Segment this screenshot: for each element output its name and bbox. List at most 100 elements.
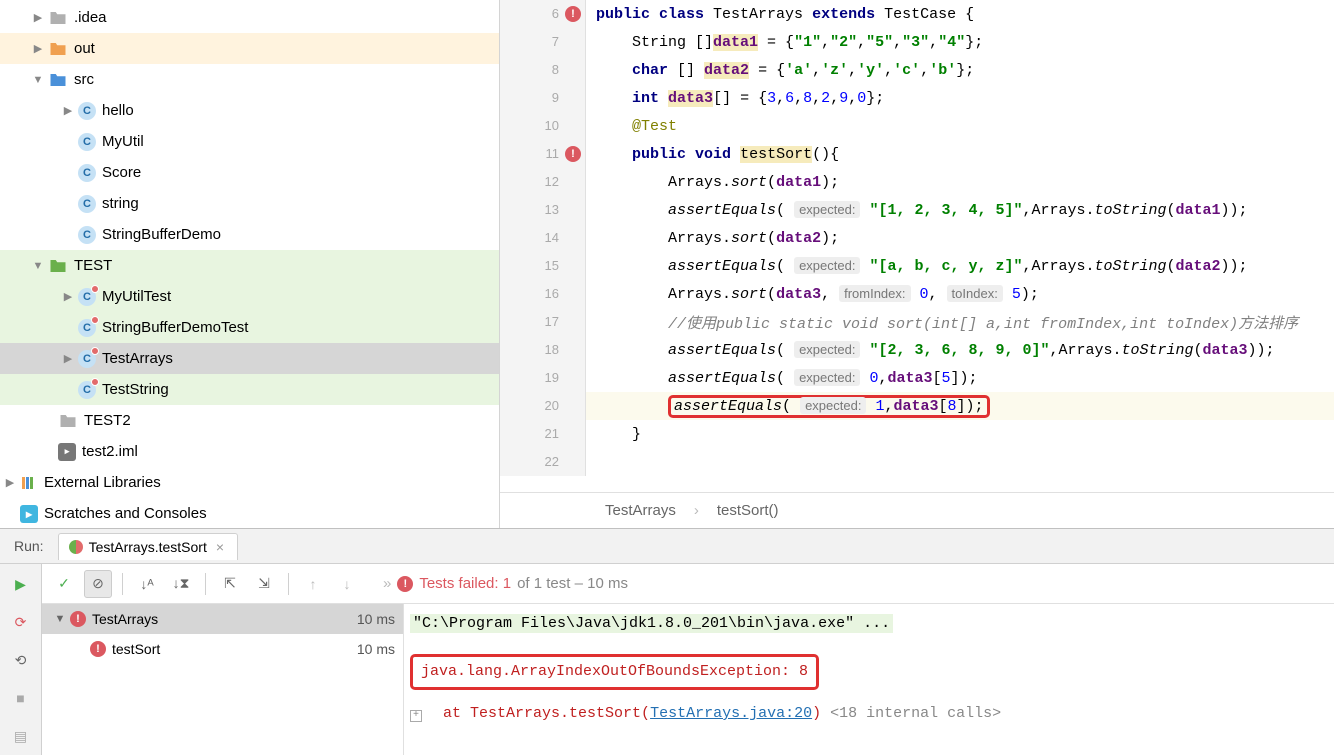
tree-node-scratches[interactable]: ▸ Scratches and Consoles [0,498,499,528]
source-link[interactable]: TestArrays.java:20 [650,705,812,722]
tree-label: out [74,40,95,57]
breadcrumb-method[interactable]: testSort() [717,502,779,519]
libraries-icon [20,473,38,493]
chevron-down-icon: ▼ [28,260,48,272]
chevron-right-icon: ▶ [58,290,78,303]
class-icon: C [78,195,96,213]
run-tab[interactable]: TestArrays.testSort × [58,533,238,560]
tree-label: StringBufferDemoTest [102,319,248,336]
run-tab-label: TestArrays.testSort [89,539,207,555]
class-icon: C [78,133,96,151]
prev-button[interactable]: ↑ [299,570,327,598]
exception-message: java.lang.ArrayIndexOutOfBoundsException… [421,663,808,680]
sort-duration-button[interactable]: ↓⧗ [167,570,195,598]
run-sidebar: ▶ ⟳ ⟲ ■ ▤ [0,564,42,755]
test-name: TestArrays [92,611,158,627]
test-toolbar: ✓ ⊘ ↓ᴬ ↓⧗ ⇱ ⇲ ↑ ↓ » ! Tests failed: 1 of… [42,564,1334,604]
chevron-right-icon: ▶ [28,11,48,24]
test-name: testSort [112,641,160,657]
tree-node-external-libraries[interactable]: ▶ External Libraries [0,467,499,498]
tree-node-score[interactable]: C Score [0,157,499,188]
stop-button[interactable]: ■ [7,684,35,712]
close-icon[interactable]: × [213,539,227,555]
folder-icon [48,39,68,59]
tree-label: .idea [74,9,107,26]
chevron-right-icon: › [694,502,699,519]
rerun-button[interactable]: ▶ [7,570,35,598]
expand-fold-icon[interactable]: + [410,710,422,722]
run-label: Run: [0,538,58,554]
tree-label: MyUtilTest [102,288,171,305]
console-output[interactable]: "C:\Program Files\Java\jdk1.8.0_201\bin\… [404,604,1334,755]
tree-node-myutiltest[interactable]: ▶ C MyUtilTest [0,281,499,312]
test-class-icon: C [78,350,96,368]
layout-button[interactable]: ▤ [7,722,35,750]
chevron-down-icon: ▼ [50,613,70,625]
test-class-icon: C [78,381,96,399]
chevron-right-icon: ▶ [28,42,48,55]
next-button[interactable]: ↓ [333,570,361,598]
test-class-icon: C [78,319,96,337]
tree-node-sbdemotest[interactable]: C StringBufferDemoTest [0,312,499,343]
folder-icon [48,8,68,28]
stack-frame: at TestArrays.testSort(TestArrays.java:2… [443,705,830,722]
breadcrumb[interactable]: TestArrays › testSort() [500,492,1334,528]
toggle-auto-button[interactable]: ⟲ [7,646,35,674]
tree-label: TEST2 [84,412,131,429]
chevron-right-icon: ▶ [0,476,20,489]
console-command: "C:\Program Files\Java\jdk1.8.0_201\bin\… [410,614,893,633]
class-icon: C [78,164,96,182]
test-status: » ! Tests failed: 1 of 1 test – 10 ms [383,575,628,592]
error-marker-icon[interactable]: ! [565,6,581,22]
tree-node-test2[interactable]: TEST2 [0,405,499,436]
tree-label: src [74,71,94,88]
test-tree-item[interactable]: ! testSort 10 ms [42,634,403,664]
collapse-button[interactable]: ⇲ [250,570,278,598]
tree-label: TestString [102,381,169,398]
folder-source-icon [48,70,68,90]
internal-calls[interactable]: <18 internal calls> [830,705,1001,722]
tree-label: hello [102,102,134,119]
scratch-icon: ▸ [20,505,38,523]
project-tree[interactable]: ▶ .idea ▶ out ▼ src ▶ C hello C MyUtil C… [0,0,500,528]
folder-test-icon [48,256,68,276]
tree-node-myutil[interactable]: C MyUtil [0,126,499,157]
breadcrumb-class[interactable]: TestArrays [605,502,676,519]
fail-icon: ! [397,576,413,592]
class-icon: C [78,226,96,244]
tree-label: MyUtil [102,133,144,150]
show-passed-button[interactable]: ✓ [50,570,78,598]
sort-button[interactable]: ↓ᴬ [133,570,161,598]
tree-node-stringbufferdemo[interactable]: C StringBufferDemo [0,219,499,250]
tree-node-string[interactable]: C string [0,188,499,219]
tree-label: test2.iml [82,443,138,460]
tree-node-hello[interactable]: ▶ C hello [0,95,499,126]
tree-node-idea[interactable]: ▶ .idea [0,2,499,33]
rerun-failed-button[interactable]: ⟳ [7,608,35,636]
test-tree-root[interactable]: ▼ ! TestArrays 10 ms [42,604,403,634]
test-class-icon: C [78,288,96,306]
test-result-tree[interactable]: ▼ ! TestArrays 10 ms ! testSort 10 ms [42,604,404,755]
tree-node-iml[interactable]: ▸ test2.iml [0,436,499,467]
error-highlight: assertEquals( expected: 1,data3[8]); [668,395,990,418]
test-duration: 10 ms [357,641,395,657]
code-editor[interactable]: 6!public class TestArrays extends TestCa… [500,0,1334,528]
tree-label: TestArrays [102,350,173,367]
folder-icon [58,411,78,431]
error-marker-icon[interactable]: ! [565,146,581,162]
show-ignored-button[interactable]: ⊘ [84,570,112,598]
tree-node-test[interactable]: ▼ TEST [0,250,499,281]
tree-label: StringBufferDemo [102,226,221,243]
tree-node-out[interactable]: ▶ out [0,33,499,64]
tree-node-src[interactable]: ▼ src [0,64,499,95]
tree-label: string [102,195,139,212]
test-run-icon [69,540,83,554]
module-file-icon: ▸ [58,443,76,461]
tree-node-teststring[interactable]: C TestString [0,374,499,405]
tree-label: Scratches and Consoles [44,505,207,522]
fail-icon: ! [70,611,86,627]
tree-node-testarrays[interactable]: ▶ C TestArrays [0,343,499,374]
test-duration: 10 ms [357,611,395,627]
tree-label: External Libraries [44,474,161,491]
expand-button[interactable]: ⇱ [216,570,244,598]
